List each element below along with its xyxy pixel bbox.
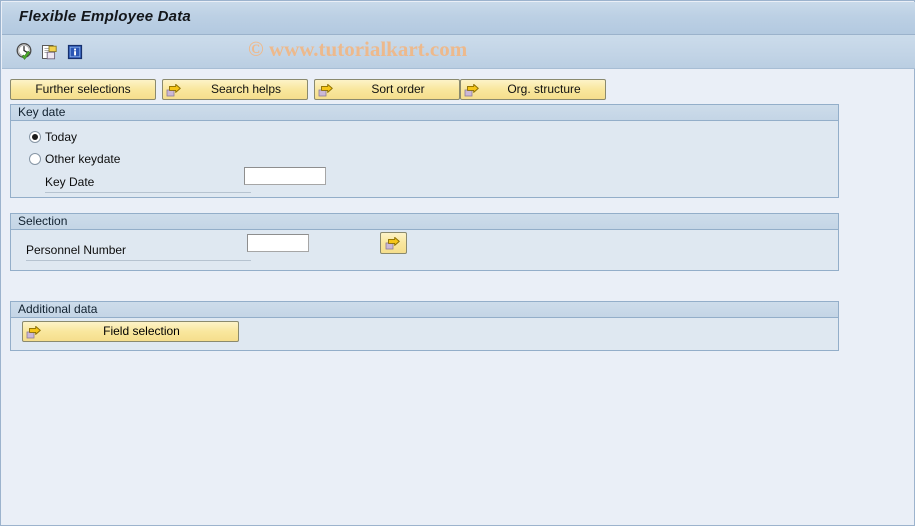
personnel-number-input[interactable] — [247, 234, 309, 252]
key-date-panel: Key date Today Other keydate Key Date — [10, 104, 839, 198]
key-date-panel-header: Key date — [11, 105, 838, 121]
key-date-field-label: Key Date — [45, 175, 251, 193]
toolbar — [2, 35, 915, 69]
sap-application-window: Flexible Employee Data © www.tutorialkar… — [0, 0, 915, 526]
selection-panel: Selection Personnel Number — [10, 213, 839, 271]
arrow-right-icon — [385, 235, 401, 251]
title-bar: Flexible Employee Data — [2, 2, 915, 35]
arrow-right-icon — [318, 82, 334, 98]
personnel-number-label: Personnel Number — [26, 243, 251, 261]
additional-data-panel-header: Additional data — [11, 302, 838, 318]
key-date-panel-title: Key date — [18, 105, 66, 119]
further-selections-label: Further selections — [35, 82, 131, 96]
arrow-right-icon — [26, 324, 42, 340]
arrow-right-icon — [464, 82, 480, 98]
field-selection-button[interactable]: Field selection — [22, 321, 239, 342]
radio-today-mark[interactable] — [29, 131, 41, 143]
selection-panel-title: Selection — [18, 214, 68, 228]
additional-data-panel-title: Additional data — [18, 302, 98, 316]
copy-icon[interactable] — [40, 42, 60, 62]
further-selections-button[interactable]: Further selections — [10, 79, 156, 100]
sort-order-button[interactable]: Sort order — [314, 79, 460, 100]
key-date-input[interactable] — [244, 167, 326, 185]
selection-panel-header: Selection — [11, 214, 838, 230]
execute-icon[interactable] — [15, 42, 35, 62]
search-helps-button[interactable]: Search helps — [162, 79, 308, 100]
multiple-selection-button[interactable] — [380, 232, 407, 254]
page-title: Flexible Employee Data — [19, 8, 191, 25]
radio-other-keydate-mark[interactable] — [29, 153, 41, 165]
org-structure-label: Org. structure — [507, 82, 581, 96]
sort-order-label: Sort order — [371, 82, 425, 96]
search-helps-label: Search helps — [210, 82, 282, 96]
info-icon[interactable] — [65, 42, 85, 62]
radio-today-label: Today — [45, 130, 78, 144]
org-structure-button[interactable]: Org. structure — [460, 79, 606, 100]
radio-other-keydate-label: Other keydate — [45, 152, 121, 166]
field-selection-label: Field selection — [103, 324, 180, 338]
arrow-right-icon — [166, 82, 182, 98]
